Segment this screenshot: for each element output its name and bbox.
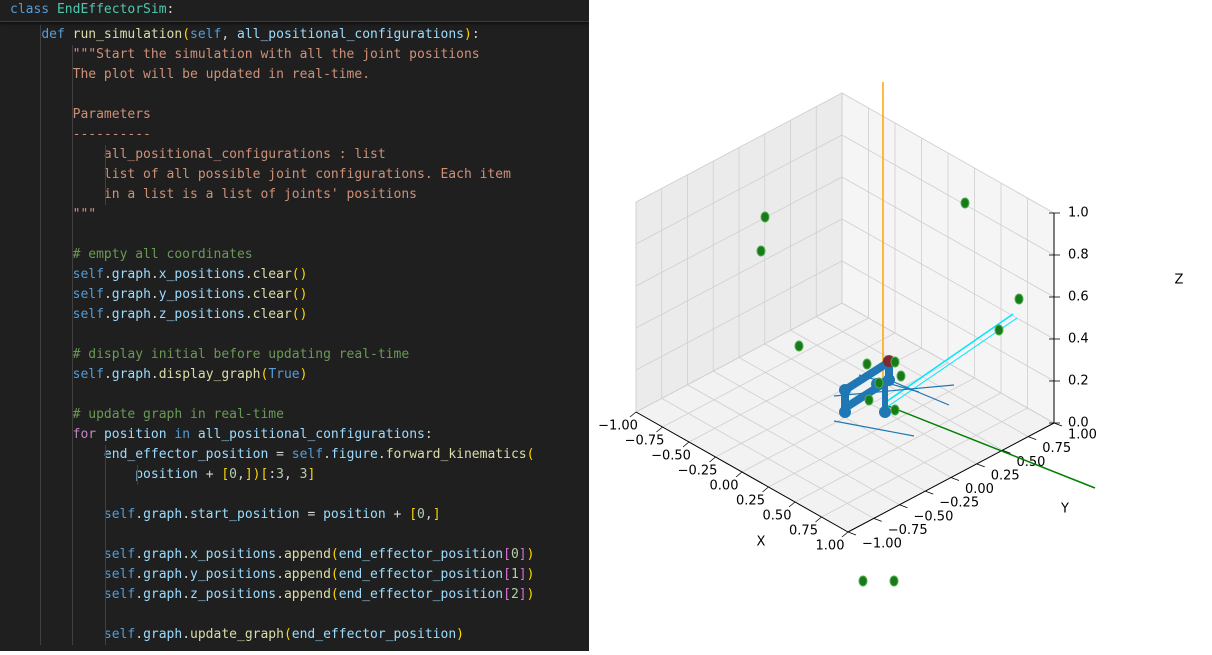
code-line[interactable]: self.graph.y_positions.append(end_effect… [10, 565, 535, 585]
y-tick-label: −0.50 [914, 509, 954, 524]
code-line[interactable]: self.graph.z_positions.clear() [10, 305, 308, 325]
y-tick [873, 518, 882, 522]
z-tick-label: 0.0 [1068, 416, 1089, 431]
code-line[interactable]: for position in all_positional_configura… [10, 425, 433, 445]
scatter-point [994, 324, 1004, 336]
y-tick [1053, 422, 1063, 427]
scatter-point [890, 404, 900, 416]
z-tick-label: 0.2 [1068, 374, 1089, 389]
code-line[interactable]: # display initial before updating real-t… [10, 345, 410, 365]
code-line[interactable]: self.graph.y_positions.clear() [10, 285, 308, 305]
x-axis-label: X [757, 535, 766, 550]
z-tick-label: 0.8 [1068, 248, 1089, 263]
indent-guide [105, 445, 106, 645]
code-line[interactable]: # empty all coordinates [10, 245, 253, 265]
code-editor[interactable]: class EndEffectorSim: def run_simulation… [0, 0, 589, 651]
scatter-point [889, 575, 899, 587]
indent-guide [105, 145, 106, 205]
sticky-scroll-header[interactable]: class EndEffectorSim: [0, 0, 589, 22]
x-tick [735, 471, 743, 478]
scatter-point [858, 575, 868, 587]
code-line[interactable]: """Start the simulation with all the joi… [10, 45, 480, 65]
y-tick-label: 0.25 [991, 468, 1020, 483]
x-tick [682, 441, 690, 448]
scatter-point [760, 211, 770, 223]
code-line[interactable]: # update graph in real-time [10, 405, 284, 425]
x-tick-label: −0.50 [651, 449, 691, 464]
x-tick-label: −1.00 [598, 419, 638, 434]
indent-guide [72, 45, 73, 645]
y-tick-label: 0.00 [965, 482, 994, 497]
code-line[interactable]: self.graph.x_positions.clear() [10, 265, 308, 285]
x-tick-label: 0.50 [763, 509, 792, 524]
code-line[interactable]: def run_simulation(self, all_positional_… [10, 25, 479, 45]
code-line[interactable]: all_positional_configurations : list [10, 145, 386, 165]
code-line[interactable]: """ [10, 205, 96, 225]
x-tick [762, 486, 769, 493]
y-tick [976, 463, 985, 468]
scatter-point [874, 377, 884, 389]
y-tick-label: 0.75 [1042, 441, 1071, 456]
robot-joint [839, 406, 851, 418]
x-tick [656, 426, 663, 433]
y-tick [899, 504, 908, 509]
code-line[interactable]: position + [0,])[:3, 3] [10, 465, 315, 485]
x-tick [629, 411, 637, 418]
code-line[interactable]: self.graph.display_graph(True) [10, 365, 308, 385]
indent-guide [137, 465, 138, 485]
z-tick-label: 0.4 [1068, 332, 1089, 347]
y-tick [925, 490, 934, 495]
scatter-point [864, 394, 874, 406]
y-axis-label: Y [1060, 502, 1069, 517]
y-tick [847, 531, 857, 536]
x-tick-label: 0.25 [736, 494, 765, 509]
code-line[interactable]: list of all possible joint configuration… [10, 165, 511, 185]
scatter-point [862, 358, 872, 370]
robot-joint [879, 406, 891, 418]
indent-guide [40, 25, 41, 645]
3d-plot: −1.00−0.75−0.50−0.250.000.250.500.751.00… [598, 82, 1184, 587]
x-tick-label: 1.00 [816, 539, 845, 554]
x-tick [815, 516, 822, 523]
z-tick-label: 1.0 [1068, 206, 1089, 221]
y-tick-label: −0.75 [888, 523, 928, 538]
scatter-point [1014, 293, 1024, 305]
x-tick [709, 456, 716, 463]
scatter-point [896, 370, 906, 382]
y-tick [950, 477, 960, 481]
y-tick-label: −1.00 [862, 537, 902, 552]
x-tick-label: 0.00 [710, 479, 739, 494]
code-line[interactable]: self.graph.update_graph(end_effector_pos… [10, 625, 464, 645]
scatter-point [756, 245, 766, 257]
code-line[interactable]: The plot will be updated in real-time. [10, 65, 370, 85]
scatter-point [794, 340, 804, 352]
sticky-class-line: class EndEffectorSim: [10, 2, 175, 17]
scatter-point [960, 197, 970, 209]
x-tick-label: 0.75 [789, 524, 818, 539]
x-tick-label: −0.75 [625, 434, 665, 449]
z-tick-label: 0.6 [1068, 290, 1089, 305]
y-tick [1028, 436, 1037, 440]
code-line[interactable]: self.graph.z_positions.append(end_effect… [10, 585, 535, 605]
scatter-point [890, 356, 900, 368]
z-axis-label: Z [1175, 273, 1184, 288]
plot-panel: −1.00 −0.75 −0.50 −0.25 0.00 0.25 0.50 0.75 1.00… [589, 0, 1212, 651]
code-line[interactable]: self.graph.start_position = position + [… [10, 505, 441, 525]
x-tick [841, 531, 849, 538]
y-tick-label: −0.25 [939, 496, 979, 511]
x-tick [788, 501, 796, 508]
x-tick-label: −0.25 [678, 464, 718, 479]
code-line[interactable]: end_effector_position = self.figure.forw… [10, 445, 535, 465]
code-line[interactable]: ---------- [10, 125, 151, 145]
code-line[interactable]: self.graph.x_positions.append(end_effect… [10, 545, 535, 565]
code-line[interactable]: Parameters [10, 105, 151, 125]
